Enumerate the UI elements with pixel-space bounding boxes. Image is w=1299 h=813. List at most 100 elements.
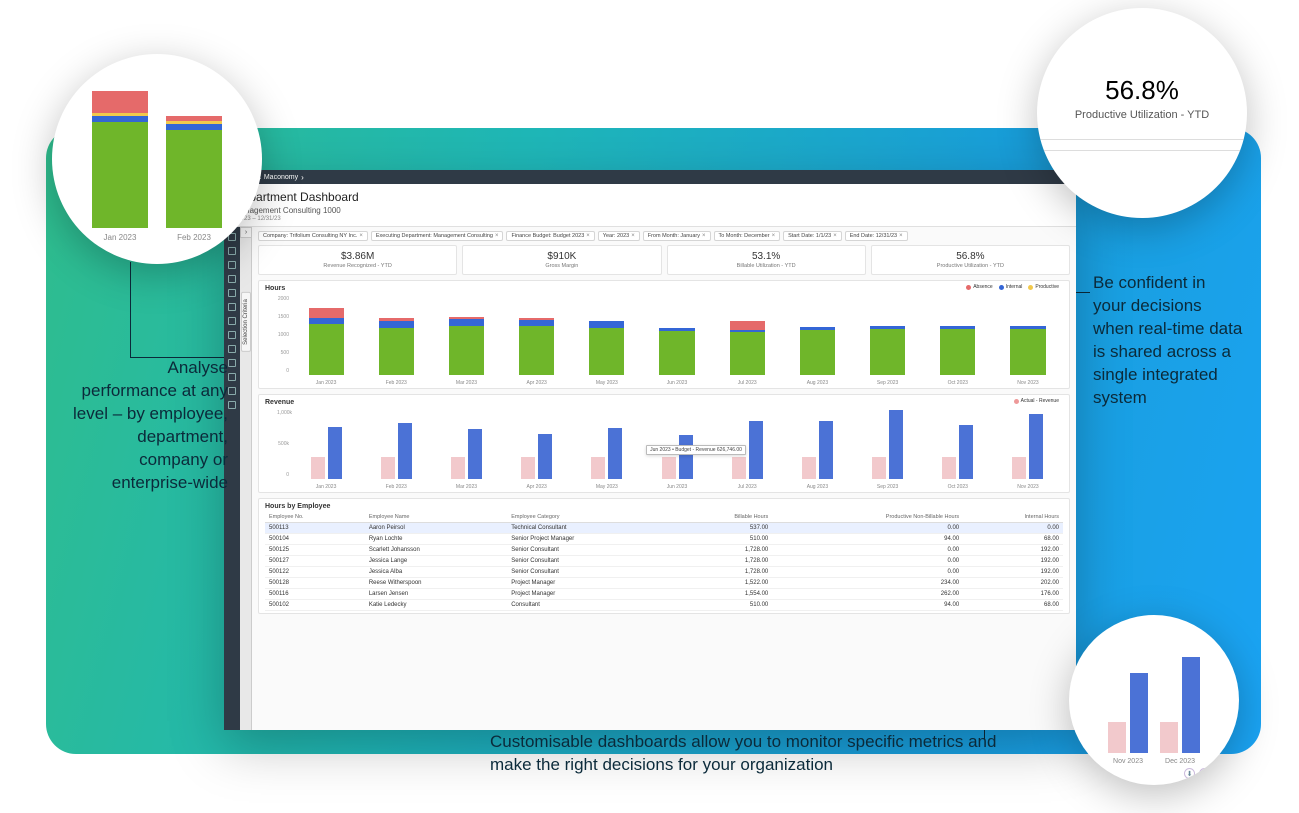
table-row[interactable]: 500102Katie LedeckyConsultant510.0094.00… — [265, 600, 1063, 611]
filter-chip[interactable]: Finance Budget: Budget 2023× — [506, 231, 594, 241]
nav-icon[interactable] — [228, 359, 236, 367]
hours-bar[interactable]: Jan 2023 — [291, 308, 361, 386]
nav-icon[interactable] — [228, 373, 236, 381]
nav-icon[interactable] — [228, 275, 236, 283]
hours-bar[interactable]: Oct 2023 — [923, 326, 993, 386]
hours-bar[interactable]: Mar 2023 — [431, 317, 501, 386]
hours-bar[interactable]: Jul 2023 — [712, 321, 782, 386]
hours-legend: Absence Internal Productive — [966, 284, 1059, 290]
nav-icon[interactable] — [228, 289, 236, 297]
revenue-bar-group[interactable]: Feb 2023 — [361, 423, 431, 490]
filter-bar: Company: Trifolium Consulting NY Inc.×Ex… — [258, 231, 1070, 241]
chip-close-icon[interactable]: × — [833, 233, 837, 239]
table-row[interactable]: 500128Reese WitherspoonProject Manager1,… — [265, 578, 1063, 589]
app-window: Deltek Maconomy › Department Dashboard M… — [224, 170, 1076, 730]
revenue-bar-group[interactable]: Sep 2023 — [853, 410, 923, 490]
titlebar: Deltek Maconomy › — [224, 170, 1076, 184]
legend-productive: Productive — [1035, 284, 1059, 290]
hours-bar[interactable]: Nov 2023 — [993, 326, 1063, 386]
filter-icon[interactable]: ▾ — [1199, 768, 1210, 779]
legend-actual: Actual - Revenue — [1021, 398, 1059, 404]
breadcrumb-chevron-icon: › — [301, 173, 304, 182]
chip-close-icon[interactable]: × — [586, 233, 590, 239]
hours-panel: Hours Absence Internal Productive 200015… — [258, 280, 1070, 389]
table-header-row: Employee No.Employee NameEmployee Catego… — [265, 512, 1063, 523]
legend-absence: Absence — [973, 284, 992, 290]
revenue-chart: 1,000k500k0 Jun 2023 • Budget - Revenue … — [265, 408, 1063, 490]
revenue-bar-group[interactable]: Jan 2023 — [291, 427, 361, 490]
filter-chip[interactable]: Start Date: 1/1/23× — [783, 231, 842, 241]
kpi-card[interactable]: 53.1%Billable Utilization - YTD — [667, 245, 866, 275]
hours-bar[interactable]: Aug 2023 — [782, 327, 852, 386]
legend-internal: Internal — [1006, 284, 1023, 290]
revenue-tooltip: Jun 2023 • Budget - Revenue 626,746.00 — [646, 445, 746, 455]
revenue-bar-group[interactable]: May 2023 — [572, 428, 642, 490]
kpi-card[interactable]: 56.8%Productive Utilization - YTD — [871, 245, 1070, 275]
revenue-title: Revenue — [265, 399, 1063, 406]
hours-bar[interactable]: Feb 2023 — [361, 318, 431, 386]
table-row[interactable]: 500116Larsen JensenProject Manager1,554.… — [265, 589, 1063, 600]
side-tab-rail: › Selection Criteria — [240, 227, 252, 730]
hours-bar[interactable]: May 2023 — [572, 321, 642, 386]
nav-icon[interactable] — [228, 401, 236, 409]
nav-icon[interactable] — [228, 247, 236, 255]
revenue-bar-group[interactable]: Jun 2023 — [642, 435, 712, 490]
table-row[interactable]: 500127Jessica LangeSenior Consultant1,72… — [265, 556, 1063, 567]
hours-by-employee-panel: Hours by Employee Employee No.Employee N… — [258, 498, 1070, 614]
table-row[interactable]: 500122Jessica AlbaSenior Consultant1,728… — [265, 567, 1063, 578]
revenue-bar-group[interactable]: Jul 2023 — [712, 421, 782, 490]
product-text: Maconomy — [264, 174, 298, 181]
filter-chip[interactable]: Year: 2023× — [598, 231, 640, 241]
revenue-y-axis: 1,000k500k0 — [277, 410, 289, 478]
hours-by-employee-table[interactable]: Employee No.Employee NameEmployee Catego… — [265, 512, 1063, 611]
dashboard-main: Company: Trifolium Consulting NY Inc.×Ex… — [252, 227, 1076, 730]
kpi-zoom-label: Productive Utilization - YTD — [1075, 109, 1209, 121]
nav-icon[interactable] — [228, 331, 236, 339]
revenue-bar-group[interactable]: Mar 2023 — [431, 429, 501, 490]
hours-bar[interactable]: Sep 2023 — [853, 326, 923, 386]
annotation-bottom: Customisable dashboards allow you to mon… — [490, 731, 1030, 777]
table-row[interactable]: 500104Ryan LochteSenior Project Manager5… — [265, 534, 1063, 545]
filter-chip[interactable]: Executing Department: Management Consult… — [371, 231, 504, 241]
revenue-bar-group[interactable]: Aug 2023 — [782, 421, 852, 490]
nav-icon[interactable] — [228, 261, 236, 269]
filter-chip[interactable]: To Month: December× — [714, 231, 781, 241]
filter-chip[interactable]: End Date: 12/31/23× — [845, 231, 908, 241]
download-icon[interactable]: ⬇ — [1184, 768, 1195, 779]
expand-icon[interactable]: ⤢ — [1214, 768, 1225, 779]
zoom-toolbar: ⬇ ▾ ⤢ — [1184, 768, 1225, 779]
revenue-plot: Jun 2023 • Budget - Revenue 626,746.00 J… — [291, 410, 1063, 490]
page-header: Department Dashboard Management Consulti… — [224, 184, 1076, 227]
revenue-bar-group[interactable]: Apr 2023 — [502, 434, 572, 490]
annotation-right: Be confident in your decisions when real… — [1093, 272, 1243, 410]
revenue-bar-group[interactable]: Oct 2023 — [923, 425, 993, 490]
filter-chip[interactable]: Company: Trifolium Consulting NY Inc.× — [258, 231, 368, 241]
table-row[interactable]: 500113Aaron PeirsolTechnical Consultant5… — [265, 523, 1063, 534]
chip-close-icon[interactable]: × — [702, 233, 706, 239]
kpi-card[interactable]: $910KGross Margin — [462, 245, 661, 275]
hours-bar[interactable]: Apr 2023 — [502, 318, 572, 386]
filter-chip[interactable]: From Month: January× — [643, 231, 711, 241]
revenue-bar-group[interactable]: Nov 2023 — [993, 414, 1063, 490]
kpi-row: $3.86MRevenue Recognized - YTD$910KGross… — [258, 245, 1070, 275]
nav-icon[interactable] — [228, 345, 236, 353]
annotation-left: Analyse performance at any level – by em… — [73, 357, 228, 495]
revenue-panel: Revenue Actual - Revenue 1,000k500k0 Jun… — [258, 394, 1070, 493]
chip-close-icon[interactable]: × — [359, 233, 363, 239]
kpi-card[interactable]: $3.86MRevenue Recognized - YTD — [258, 245, 457, 275]
nav-icon[interactable] — [228, 303, 236, 311]
selection-criteria-tab[interactable]: Selection Criteria — [241, 292, 251, 352]
chip-close-icon[interactable]: × — [631, 233, 635, 239]
nav-icon[interactable] — [228, 317, 236, 325]
nav-icon[interactable] — [228, 387, 236, 395]
chip-close-icon[interactable]: × — [495, 233, 499, 239]
page-date-range: 1/1/23 – 12/31/23 — [234, 216, 1066, 222]
hours-chart: 2000150010005000 Jan 2023Feb 2023Mar 202… — [265, 294, 1063, 386]
hours-bar[interactable]: Jun 2023 — [642, 328, 712, 386]
chip-close-icon[interactable]: × — [772, 233, 776, 239]
page-subtitle: Management Consulting 1000 — [234, 206, 1066, 215]
page-title: Department Dashboard — [234, 190, 1066, 204]
table-row[interactable]: 500125Scarlett JohanssonSenior Consultan… — [265, 545, 1063, 556]
chip-close-icon[interactable]: × — [899, 233, 903, 239]
kpi-zoom-value: 56.8% — [1105, 75, 1179, 106]
